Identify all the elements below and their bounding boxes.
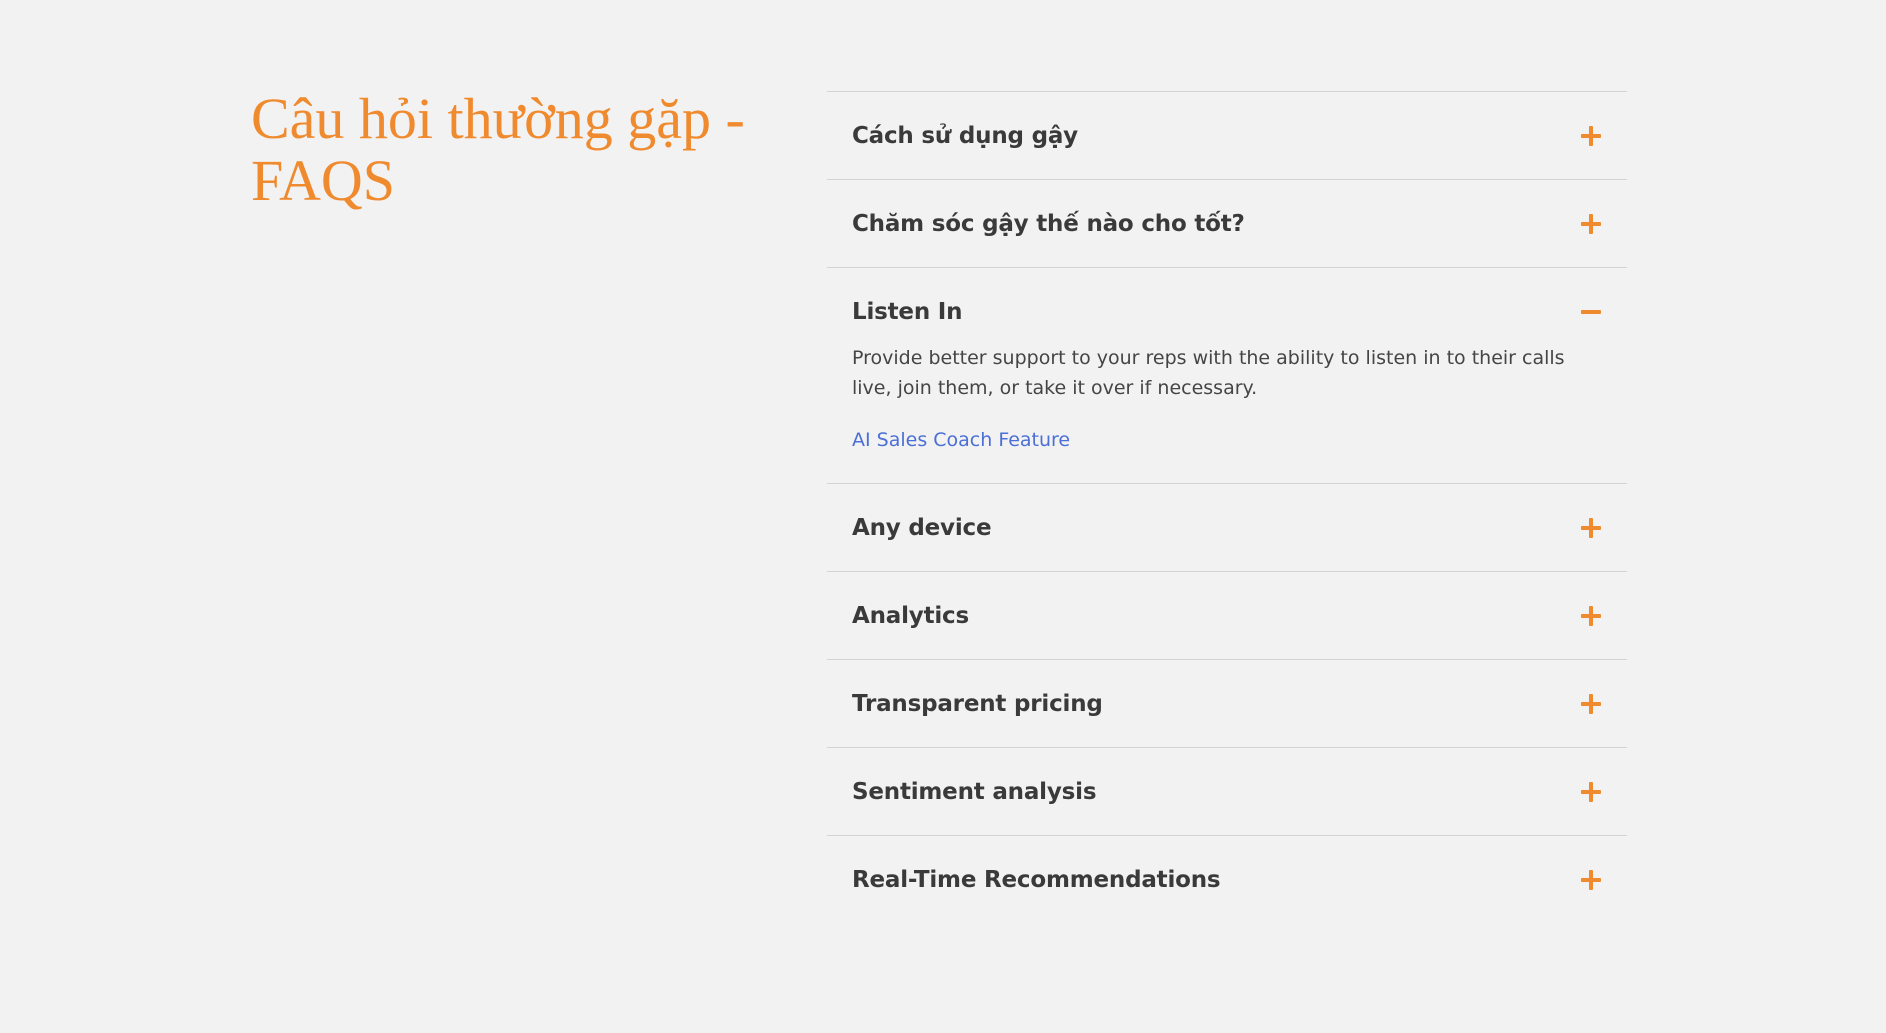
faq-item-title: Cách sử dụng gậy — [852, 122, 1078, 149]
faq-heading: Câu hỏi thường gặp - FAQS — [251, 86, 745, 213]
faq-item-header[interactable]: Any device — [827, 484, 1627, 571]
plus-icon[interactable] — [1579, 868, 1603, 892]
faq-item-answer: Provide better support to your reps with… — [827, 343, 1627, 483]
faq-item-title: Any device — [852, 514, 992, 541]
plus-icon[interactable] — [1579, 212, 1603, 236]
faq-item-analytics: Analytics — [827, 572, 1627, 660]
faq-item-header[interactable]: Cách sử dụng gậy — [827, 92, 1627, 179]
plus-icon[interactable] — [1579, 604, 1603, 628]
plus-icon[interactable] — [1579, 124, 1603, 148]
faq-item-cham-soc-gay: Chăm sóc gậy thế nào cho tốt? — [827, 180, 1627, 268]
faq-item-real-time-recommendations: Real-Time Recommendations — [827, 836, 1627, 923]
faq-item-header[interactable]: Sentiment analysis — [827, 748, 1627, 835]
minus-icon[interactable] — [1579, 300, 1603, 324]
faq-item-sentiment-analysis: Sentiment analysis — [827, 748, 1627, 836]
faq-item-title: Sentiment analysis — [852, 778, 1097, 805]
faq-item-listen-in: Listen In Provide better support to your… — [827, 268, 1627, 484]
faq-accordion: Cách sử dụng gậy Chăm sóc gậy thế nào ch… — [827, 91, 1627, 923]
faq-item-header[interactable]: Listen In — [827, 268, 1627, 355]
faq-answer-text: Provide better support to your reps with… — [852, 347, 1565, 399]
faq-item-header[interactable]: Chăm sóc gậy thế nào cho tốt? — [827, 180, 1627, 267]
faq-item-title: Real-Time Recommendations — [852, 866, 1221, 893]
plus-icon[interactable] — [1579, 516, 1603, 540]
faq-item-any-device: Any device — [827, 484, 1627, 572]
faq-item-title: Transparent pricing — [852, 690, 1103, 717]
ai-sales-coach-link[interactable]: AI Sales Coach Feature — [852, 429, 1070, 451]
faq-item-header[interactable]: Real-Time Recommendations — [827, 836, 1627, 923]
faq-item-header[interactable]: Transparent pricing — [827, 660, 1627, 747]
faq-item-transparent-pricing: Transparent pricing — [827, 660, 1627, 748]
faq-item-header[interactable]: Analytics — [827, 572, 1627, 659]
faq-item-title: Analytics — [852, 602, 969, 629]
plus-icon[interactable] — [1579, 780, 1603, 804]
plus-icon[interactable] — [1579, 692, 1603, 716]
faq-item-title: Listen In — [852, 298, 963, 325]
faq-item-title: Chăm sóc gậy thế nào cho tốt? — [852, 210, 1245, 237]
faq-item-cach-su-dung-gay: Cách sử dụng gậy — [827, 92, 1627, 180]
